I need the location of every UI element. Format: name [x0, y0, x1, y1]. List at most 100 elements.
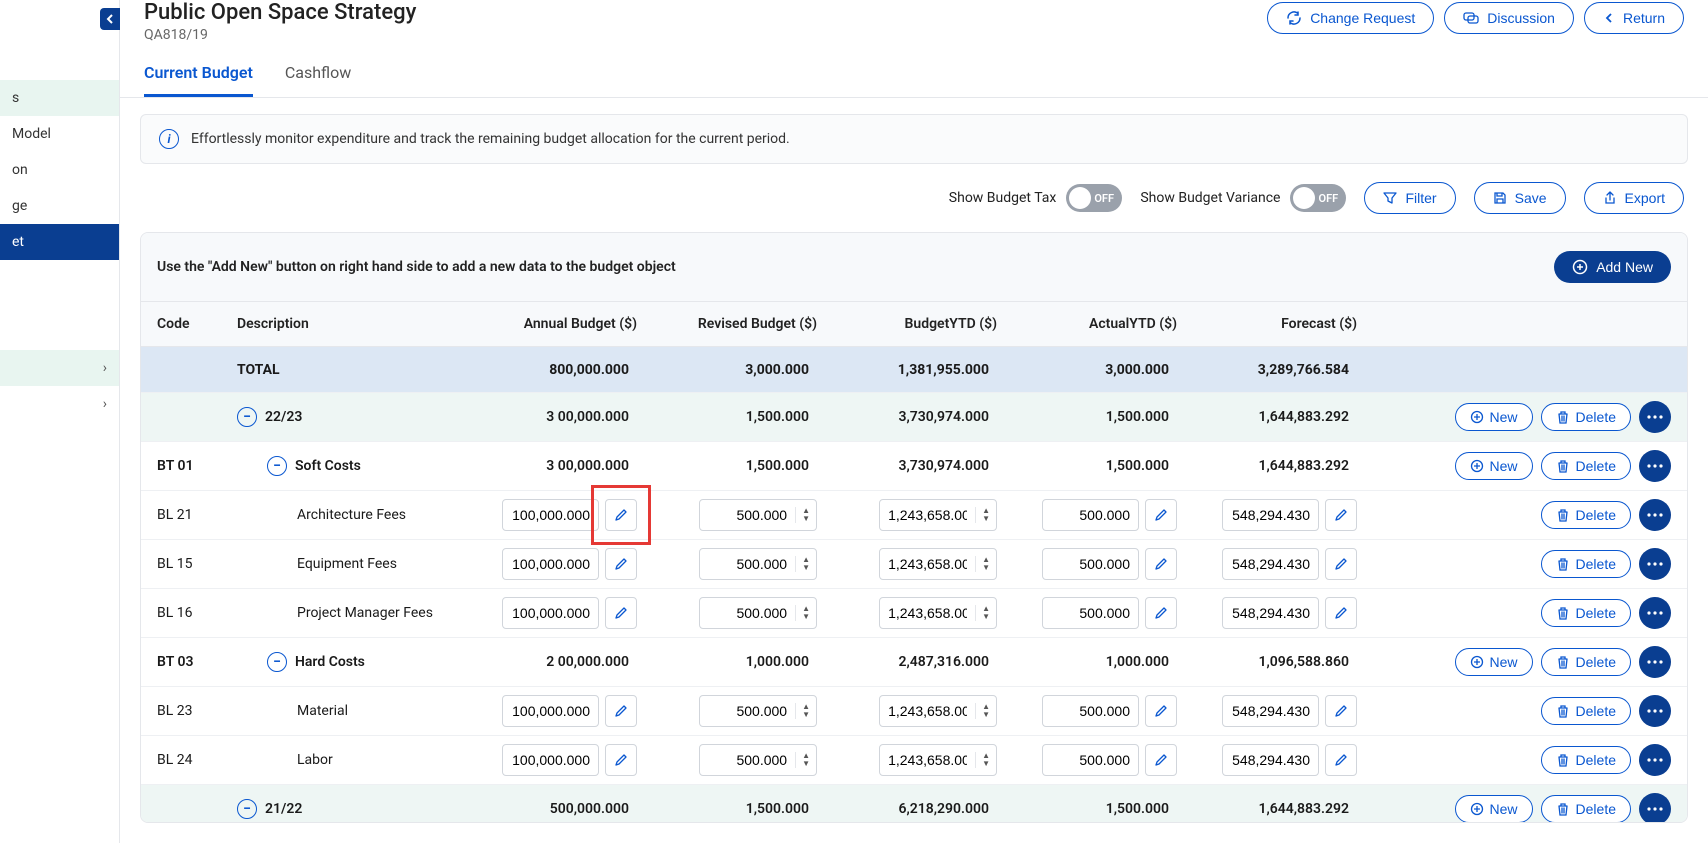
edit-icon[interactable]: [1145, 548, 1177, 580]
tab-current-budget[interactable]: Current Budget: [144, 55, 253, 97]
discussion-button[interactable]: Discussion: [1444, 2, 1574, 34]
stepper[interactable]: ▲▼: [975, 507, 996, 523]
cell-input[interactable]: [700, 507, 795, 523]
edit-icon[interactable]: [1325, 597, 1357, 629]
cell-input[interactable]: [700, 605, 795, 621]
sidebar-item[interactable]: Model: [0, 116, 119, 152]
stepper[interactable]: ▲▼: [795, 605, 816, 621]
sidebar-item[interactable]: ge: [0, 188, 119, 224]
edit-icon[interactable]: [1325, 499, 1357, 531]
new-button[interactable]: New: [1455, 452, 1533, 480]
cell-input[interactable]: [1043, 605, 1138, 621]
cell-input[interactable]: [880, 556, 975, 572]
edit-icon[interactable]: [605, 499, 637, 531]
stepper[interactable]: ▲▼: [795, 752, 816, 768]
more-button[interactable]: [1639, 548, 1671, 580]
cell-desc: 21/22: [265, 801, 302, 817]
cell-input[interactable]: [1043, 507, 1138, 523]
sidebar-collapse-button[interactable]: [100, 8, 120, 30]
cell-input[interactable]: [880, 507, 975, 523]
edit-icon[interactable]: [1145, 744, 1177, 776]
more-button[interactable]: [1639, 744, 1671, 776]
cell-input[interactable]: [1223, 507, 1318, 523]
cell-code: BT 01: [157, 458, 237, 474]
new-button[interactable]: New: [1455, 648, 1533, 676]
cell-value: 1,644,883.292: [1177, 801, 1357, 817]
stepper[interactable]: ▲▼: [975, 752, 996, 768]
edit-icon[interactable]: [605, 548, 637, 580]
cell-input[interactable]: [1043, 752, 1138, 768]
delete-button[interactable]: Delete: [1541, 452, 1631, 480]
stepper[interactable]: ▲▼: [975, 605, 996, 621]
cell-desc: Hard Costs: [295, 654, 365, 670]
collapse-icon[interactable]: −: [267, 456, 287, 476]
cell-input[interactable]: [503, 752, 598, 768]
cell-input[interactable]: [700, 556, 795, 572]
sidebar-item[interactable]: on: [0, 152, 119, 188]
cell-input[interactable]: [503, 556, 598, 572]
stepper[interactable]: ▲▼: [795, 556, 816, 572]
stepper[interactable]: ▲▼: [795, 703, 816, 719]
edit-icon[interactable]: [605, 597, 637, 629]
edit-icon[interactable]: [1325, 548, 1357, 580]
collapse-icon[interactable]: −: [237, 407, 257, 427]
more-button[interactable]: [1639, 401, 1671, 433]
cell-input[interactable]: [503, 703, 598, 719]
collapse-icon[interactable]: −: [237, 799, 257, 819]
sidebar-item[interactable]: et: [0, 224, 119, 260]
more-button[interactable]: [1639, 646, 1671, 678]
new-button[interactable]: New: [1455, 795, 1533, 823]
more-button[interactable]: [1639, 695, 1671, 727]
toggle-tax[interactable]: OFF: [1066, 184, 1122, 212]
cell-input[interactable]: [1043, 556, 1138, 572]
cell-input[interactable]: [880, 752, 975, 768]
delete-button[interactable]: Delete: [1541, 795, 1631, 823]
cell-input[interactable]: [503, 507, 598, 523]
more-button[interactable]: [1639, 597, 1671, 629]
edit-icon[interactable]: [1325, 695, 1357, 727]
cell-input[interactable]: [700, 703, 795, 719]
table-row: BL 15Equipment Fees▲▼▲▼Delete: [141, 540, 1687, 589]
cell-input[interactable]: [880, 703, 975, 719]
tab-cashflow[interactable]: Cashflow: [285, 55, 351, 97]
save-button[interactable]: Save: [1474, 182, 1566, 214]
cell-input[interactable]: [880, 605, 975, 621]
more-button[interactable]: [1639, 793, 1671, 823]
collapse-icon[interactable]: −: [267, 652, 287, 672]
delete-button[interactable]: Delete: [1541, 648, 1631, 676]
filter-button[interactable]: Filter: [1364, 182, 1455, 214]
more-button[interactable]: [1639, 499, 1671, 531]
delete-button[interactable]: Delete: [1541, 501, 1631, 529]
cell-input[interactable]: [1043, 703, 1138, 719]
stepper[interactable]: ▲▼: [795, 507, 816, 523]
delete-button[interactable]: Delete: [1541, 550, 1631, 578]
edit-icon[interactable]: [1145, 499, 1177, 531]
edit-icon[interactable]: [605, 695, 637, 727]
edit-icon[interactable]: [1145, 597, 1177, 629]
delete-button[interactable]: Delete: [1541, 746, 1631, 774]
add-new-button[interactable]: Add New: [1554, 251, 1671, 283]
stepper[interactable]: ▲▼: [975, 703, 996, 719]
delete-button[interactable]: Delete: [1541, 403, 1631, 431]
export-button[interactable]: Export: [1584, 182, 1684, 214]
sidebar-item-expand[interactable]: ›: [0, 386, 119, 422]
sidebar-item[interactable]: s: [0, 80, 119, 116]
new-button[interactable]: New: [1455, 403, 1533, 431]
toggle-variance[interactable]: OFF: [1290, 184, 1346, 212]
return-button[interactable]: Return: [1584, 2, 1684, 34]
cell-input[interactable]: [1223, 703, 1318, 719]
sidebar-item-expand[interactable]: ›: [0, 350, 119, 386]
delete-button[interactable]: Delete: [1541, 599, 1631, 627]
stepper[interactable]: ▲▼: [975, 556, 996, 572]
delete-button[interactable]: Delete: [1541, 697, 1631, 725]
cell-input[interactable]: [1223, 556, 1318, 572]
edit-icon[interactable]: [1325, 744, 1357, 776]
change-request-button[interactable]: Change Request: [1267, 2, 1434, 34]
cell-input[interactable]: [1223, 605, 1318, 621]
edit-icon[interactable]: [1145, 695, 1177, 727]
cell-input[interactable]: [503, 605, 598, 621]
cell-input[interactable]: [1223, 752, 1318, 768]
more-button[interactable]: [1639, 450, 1671, 482]
edit-icon[interactable]: [605, 744, 637, 776]
cell-input[interactable]: [700, 752, 795, 768]
